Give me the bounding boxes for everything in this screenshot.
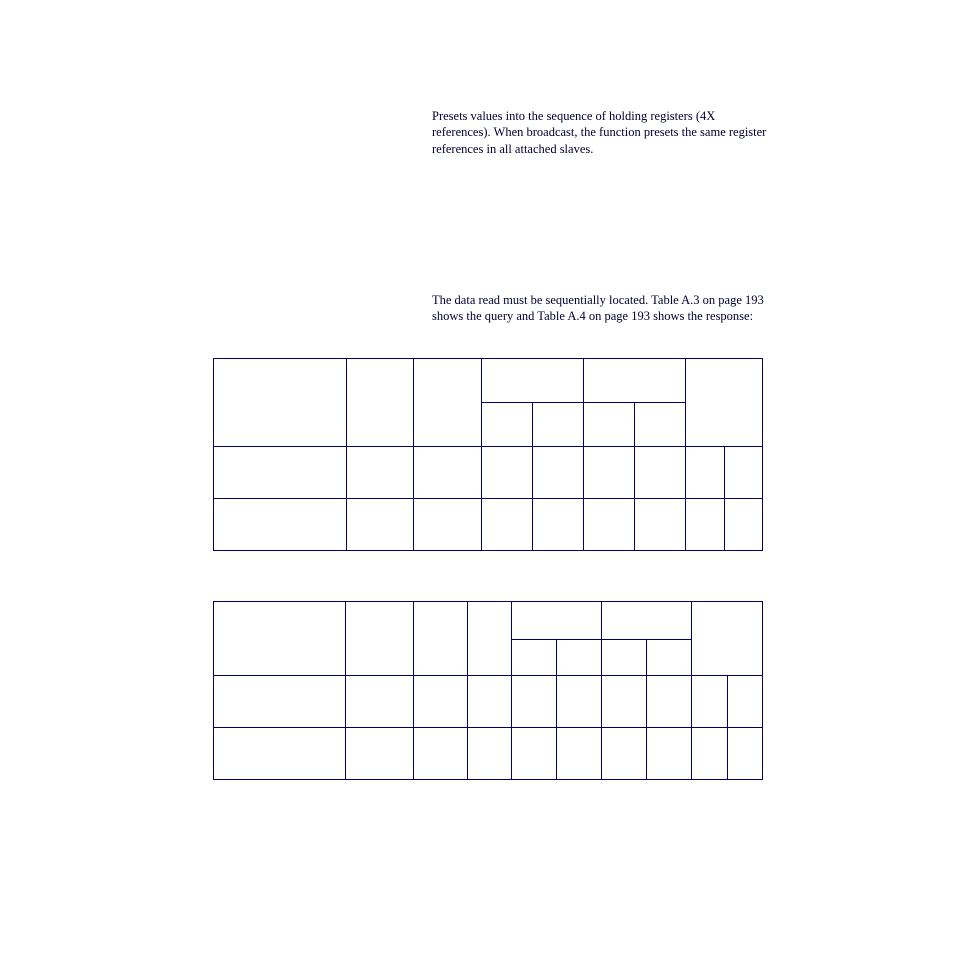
body-text: Presets values into the sequence of hold… — [432, 108, 772, 324]
table-a3 — [213, 358, 763, 551]
paragraph-1: Presets values into the sequence of hold… — [432, 108, 772, 157]
paragraph-2: The data read must be sequentially locat… — [432, 292, 772, 325]
table-a4 — [213, 601, 763, 780]
